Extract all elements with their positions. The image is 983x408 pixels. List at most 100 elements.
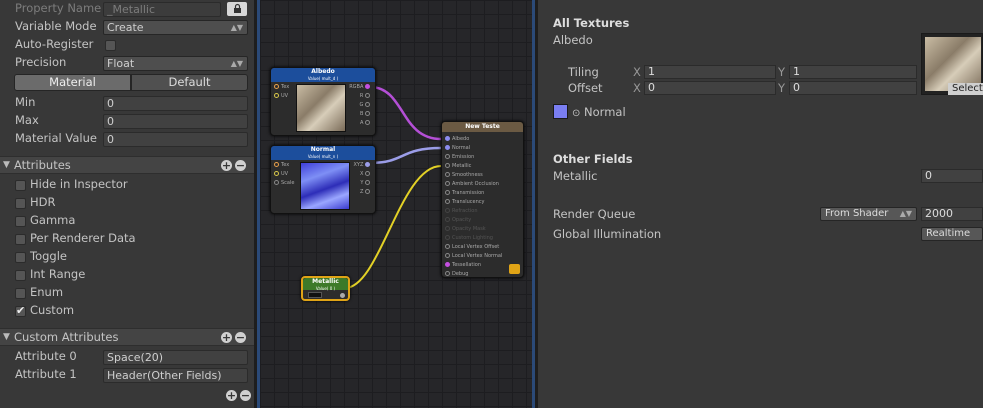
attribute-checkbox[interactable] bbox=[15, 234, 26, 245]
object-picker-icon[interactable]: ⊙ bbox=[572, 108, 580, 119]
albedo-output-port[interactable]: G bbox=[360, 102, 372, 108]
property-name-field[interactable]: _Metallic bbox=[103, 2, 221, 17]
property-name-row: Property Name _Metallic bbox=[0, 0, 254, 18]
normal-node[interactable]: Normal Value( mult_n ) Tex UV Scale XYZ … bbox=[270, 145, 376, 214]
attributes-section-header[interactable]: ▼ Attributes + − bbox=[0, 156, 254, 174]
normal-texture-thumbnail[interactable] bbox=[553, 104, 568, 119]
port-label: RGBA bbox=[349, 84, 364, 90]
remove-custom-attribute-icon[interactable]: − bbox=[235, 332, 246, 343]
master-input-port[interactable]: Metallic bbox=[445, 163, 471, 169]
port-label: Translucency bbox=[452, 199, 485, 205]
attribute-row: Per Renderer Data bbox=[0, 230, 254, 248]
master-input-port[interactable]: Opacity bbox=[445, 217, 471, 223]
node-graph-canvas[interactable]: Albedo Value( mult_d ) Tex UV RGBA R G B… bbox=[257, 0, 535, 408]
normal-input-port[interactable]: Scale bbox=[274, 180, 294, 186]
normal-node-title: Normal bbox=[310, 146, 336, 153]
save-icon[interactable] bbox=[509, 264, 520, 274]
master-input-port[interactable]: Emission bbox=[445, 154, 474, 160]
custom-attribute-field[interactable]: Space(20) bbox=[103, 350, 248, 365]
normal-output-port[interactable]: Z bbox=[360, 189, 372, 195]
master-input-port[interactable]: Tessellation bbox=[445, 262, 481, 268]
variable-mode-dropdown[interactable]: Create ▲▼ bbox=[103, 20, 248, 35]
port-dot-icon bbox=[365, 93, 370, 98]
master-input-port[interactable]: Custom Lighting bbox=[445, 235, 493, 241]
material-value-field[interactable]: 0 bbox=[103, 132, 248, 147]
attribute-checkbox[interactable] bbox=[15, 304, 26, 317]
master-input-port[interactable]: Refraction bbox=[445, 208, 478, 214]
tiling-y-field[interactable]: 1 bbox=[789, 65, 917, 79]
add-custom-attribute-icon[interactable]: + bbox=[221, 332, 232, 343]
tiling-x-field[interactable]: 1 bbox=[644, 65, 776, 79]
offset-y-field[interactable]: 0 bbox=[789, 81, 917, 95]
global-illumination-dropdown[interactable]: Realtime bbox=[921, 227, 983, 241]
attribute-checkbox[interactable] bbox=[15, 216, 26, 227]
metallic-output-port-icon[interactable] bbox=[340, 293, 345, 298]
add-attribute-icon[interactable]: + bbox=[221, 160, 232, 171]
albedo-output-port[interactable]: B bbox=[360, 111, 372, 117]
master-input-port[interactable]: Albedo bbox=[445, 136, 469, 142]
albedo-node-title: Albedo bbox=[311, 68, 335, 75]
master-input-port[interactable]: Normal bbox=[445, 145, 470, 151]
offset-x-field[interactable]: 0 bbox=[644, 81, 776, 95]
normal-input-port[interactable]: UV bbox=[274, 171, 288, 177]
port-label: Ambient Occlusion bbox=[452, 181, 499, 187]
port-dot-icon bbox=[445, 145, 450, 150]
tiling-label: Tiling bbox=[568, 65, 599, 79]
precision-value: Float bbox=[107, 57, 135, 70]
port-dot-icon bbox=[274, 93, 279, 98]
custom-attributes-section-header[interactable]: ▼ Custom Attributes + − bbox=[0, 328, 254, 346]
port-label: Albedo bbox=[452, 136, 470, 142]
lock-button[interactable] bbox=[227, 2, 247, 16]
add-icon[interactable]: + bbox=[226, 390, 237, 401]
attribute-row: Enum bbox=[0, 284, 254, 302]
albedo-output-port[interactable]: RGBA bbox=[349, 84, 372, 90]
max-field[interactable]: 0 bbox=[103, 114, 248, 129]
attribute-row: Hide in Inspector bbox=[0, 176, 254, 194]
attribute-checkbox[interactable] bbox=[15, 288, 26, 299]
select-texture-button[interactable]: Select bbox=[948, 83, 983, 95]
master-node[interactable]: New Teste Albedo Normal Emission Metallic Sm… bbox=[441, 121, 524, 278]
custom-attribute-field[interactable]: Header(Other Fields) bbox=[103, 368, 248, 383]
albedo-node[interactable]: Albedo Value( mult_d ) Tex UV RGBA R G B… bbox=[270, 67, 376, 136]
port-label: Scale bbox=[281, 180, 295, 186]
port-label: Refraction bbox=[452, 208, 478, 214]
tab-default[interactable]: Default bbox=[131, 74, 248, 91]
normal-input-port[interactable]: Tex bbox=[274, 162, 289, 168]
albedo-texture-slot[interactable]: Select bbox=[921, 33, 983, 95]
render-queue-field[interactable]: 2000 bbox=[921, 207, 983, 221]
min-field[interactable]: 0 bbox=[103, 96, 248, 111]
normal-output-port[interactable]: Y bbox=[360, 180, 372, 186]
metallic-node[interactable]: Metallic Value( 0 ) bbox=[301, 276, 350, 301]
master-input-port[interactable]: Smoothness bbox=[445, 172, 483, 178]
albedo-input-port[interactable]: Tex bbox=[274, 84, 289, 90]
auto-register-checkbox[interactable] bbox=[105, 40, 116, 51]
attribute-checkbox[interactable] bbox=[15, 180, 26, 191]
master-input-port[interactable]: Transmission bbox=[445, 190, 484, 196]
tab-material[interactable]: Material bbox=[14, 74, 131, 91]
attribute-label: Per Renderer Data bbox=[30, 231, 136, 245]
metallic-field[interactable]: 0 bbox=[921, 169, 983, 183]
master-input-port[interactable]: Debug bbox=[445, 271, 468, 277]
master-input-port[interactable]: Opacity Mask bbox=[445, 226, 486, 232]
attribute-checkbox[interactable] bbox=[15, 252, 26, 263]
attributes-title: Attributes bbox=[14, 158, 71, 172]
albedo-output-port[interactable]: A bbox=[360, 120, 372, 126]
port-dot-icon bbox=[445, 262, 450, 267]
remove-icon[interactable]: − bbox=[240, 390, 251, 401]
normal-output-port[interactable]: X bbox=[360, 171, 372, 177]
attribute-checkbox[interactable] bbox=[15, 270, 26, 281]
precision-dropdown[interactable]: Float ▲▼ bbox=[103, 56, 248, 71]
albedo-output-port[interactable]: R bbox=[360, 93, 372, 99]
render-queue-dropdown[interactable]: From Shader ▲▼ bbox=[820, 207, 917, 221]
master-input-port[interactable]: Ambient Occlusion bbox=[445, 181, 499, 187]
master-input-port[interactable]: Local Vertex Offset bbox=[445, 244, 499, 250]
dropdown-arrows-icon: ▲▼ bbox=[230, 23, 243, 32]
metallic-value-field[interactable] bbox=[308, 292, 322, 298]
master-input-port[interactable]: Local Vertex Normal bbox=[445, 253, 502, 259]
custom-attribute-label: Attribute 0 bbox=[15, 349, 77, 363]
attribute-checkbox[interactable] bbox=[15, 198, 26, 209]
master-input-port[interactable]: Translucency bbox=[445, 199, 484, 205]
normal-output-port[interactable]: XYZ bbox=[354, 162, 373, 168]
albedo-input-port[interactable]: UV bbox=[274, 93, 288, 99]
remove-attribute-icon[interactable]: − bbox=[235, 160, 246, 171]
